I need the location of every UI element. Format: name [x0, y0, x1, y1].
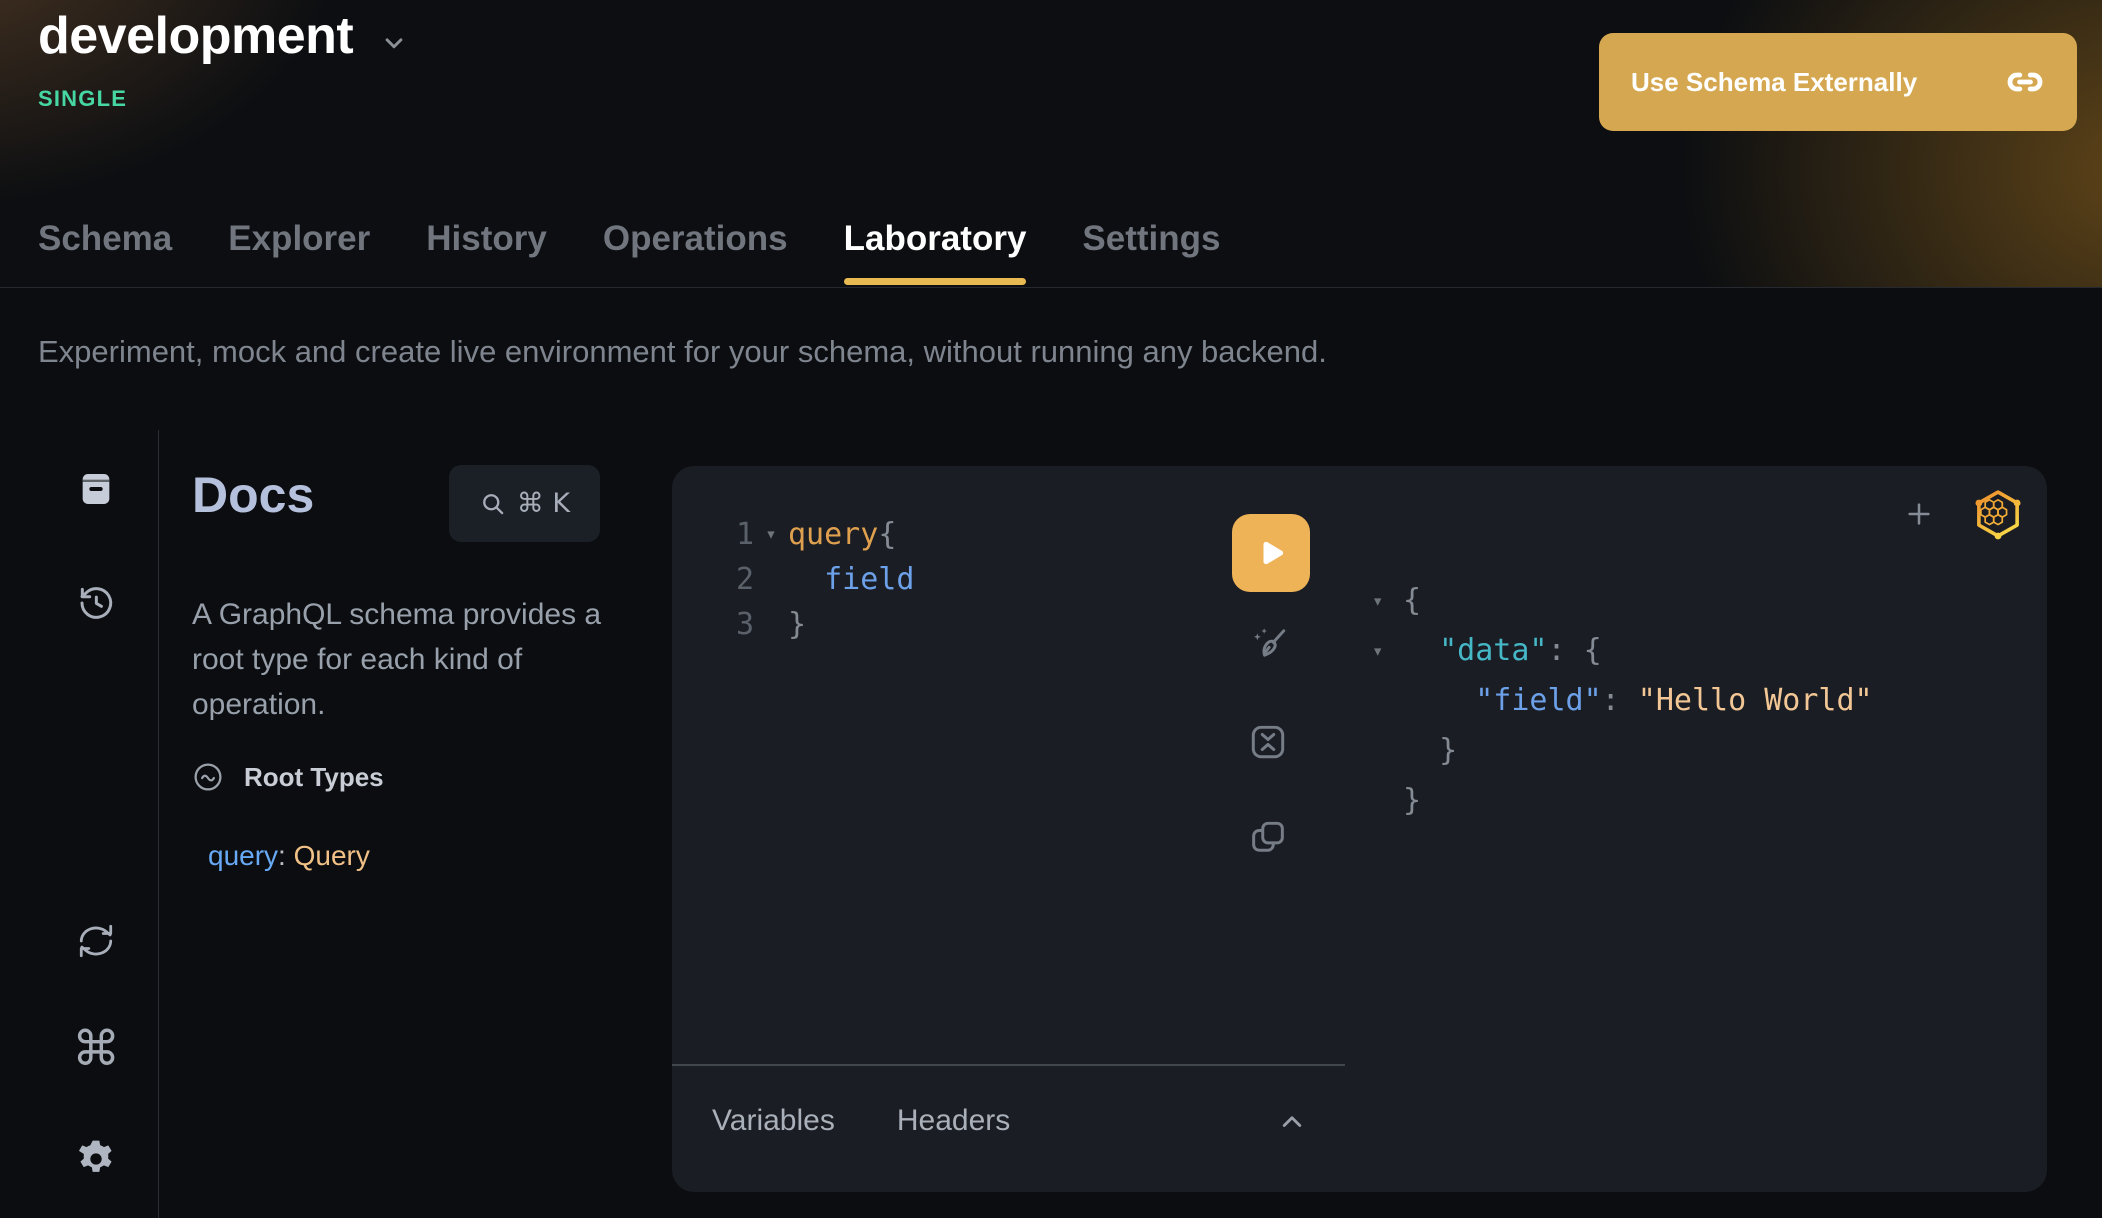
- chevron-up-icon: [1275, 1105, 1309, 1139]
- fold-marker-icon[interactable]: ▾: [1372, 626, 1403, 676]
- sidebar-history-button[interactable]: [71, 578, 121, 628]
- hive-logo-button[interactable]: [1971, 486, 2025, 542]
- json-brace: {: [1403, 576, 1421, 626]
- root-types-heading: Root Types: [192, 761, 384, 793]
- tab-variables[interactable]: Variables: [712, 1104, 835, 1138]
- page-subtitle: Experiment, mock and create live environ…: [38, 334, 1327, 370]
- workspace-selector[interactable]: development: [38, 6, 409, 66]
- main-tabs: Schema Explorer History Operations Labor…: [38, 190, 1221, 288]
- json-separator: :: [1602, 683, 1638, 718]
- response-line: "field": "Hello World": [1372, 676, 1873, 726]
- json-brace: }: [1403, 726, 1457, 776]
- root-type-entry[interactable]: query: Query: [208, 840, 370, 872]
- line-number: 1: [728, 512, 754, 557]
- json-separator: :: [1547, 633, 1583, 668]
- response-line: }: [1372, 776, 1873, 826]
- code-keyword: query: [788, 517, 878, 552]
- editor-footer-tabs: Variables Headers: [712, 1104, 1010, 1138]
- fold-spacer: [1372, 776, 1403, 826]
- tab-explorer[interactable]: Explorer: [228, 190, 370, 288]
- tab-headers[interactable]: Headers: [897, 1104, 1010, 1138]
- fold-spacer: [754, 557, 788, 602]
- link-icon: [2003, 60, 2047, 104]
- sidebar-reconnect-button[interactable]: [71, 916, 121, 966]
- tab-history[interactable]: History: [426, 190, 547, 288]
- json-text: "data": {: [1403, 626, 1602, 676]
- code-field: field: [788, 557, 914, 602]
- hive-logo-icon: [1971, 487, 2025, 541]
- response-line: }: [1372, 726, 1873, 776]
- prettify-query-button[interactable]: [1246, 622, 1290, 666]
- response-viewer: ▾ { ▾ "data": { "field": "Hello World" }…: [1372, 576, 1873, 826]
- editor-line: 1 ▾ query{: [728, 512, 914, 557]
- sidebar-divider: [158, 430, 159, 1218]
- fold-spacer: [1372, 676, 1403, 726]
- prettify-broom-icon: [1246, 622, 1290, 666]
- fold-spacer: [1372, 726, 1403, 776]
- response-line: ▾ "data": {: [1372, 626, 1873, 676]
- root-type-link[interactable]: Query: [294, 840, 370, 871]
- tab-laboratory[interactable]: Laboratory: [844, 190, 1027, 288]
- line-number: 3: [728, 602, 754, 647]
- search-shortcut-label: ⌘ K: [517, 488, 570, 519]
- copy-icon: [1247, 817, 1289, 859]
- command-icon: ⌘: [72, 1021, 120, 1077]
- sidebar-settings-button[interactable]: [71, 1134, 121, 1184]
- tab-operations[interactable]: Operations: [603, 190, 788, 288]
- editor-footer-divider: [672, 1064, 1345, 1066]
- response-line: ▾ {: [1372, 576, 1873, 626]
- root-type-field-name: query: [208, 840, 278, 871]
- sidebar-docs-button[interactable]: [71, 464, 121, 514]
- docs-description: A GraphQL schema provides a root type fo…: [192, 592, 654, 727]
- tab-schema[interactable]: Schema: [38, 190, 172, 288]
- execute-query-button[interactable]: [1232, 514, 1310, 592]
- add-tab-button[interactable]: [1899, 494, 1939, 534]
- page-title: development: [38, 6, 353, 66]
- refresh-icon: [75, 923, 117, 959]
- book-icon: [76, 469, 116, 509]
- fold-spacer: [754, 602, 788, 647]
- editor-line: 2 field: [728, 557, 914, 602]
- environment-badge: SINGLE: [38, 86, 127, 112]
- copy-query-button[interactable]: [1246, 816, 1290, 860]
- chevron-down-icon[interactable]: [379, 28, 409, 58]
- search-icon: [479, 490, 507, 518]
- json-key: "data": [1439, 633, 1547, 668]
- root-type-separator: :: [278, 840, 294, 871]
- editor-line: 3 }: [728, 602, 914, 647]
- line-number: 2: [728, 557, 754, 602]
- fold-marker-icon[interactable]: ▾: [754, 512, 788, 557]
- merge-icon: [1247, 721, 1289, 763]
- json-string-value: "Hello World": [1638, 683, 1873, 718]
- root-types-label: Root Types: [244, 762, 384, 793]
- app-header: development SINGLE Use Schema Externally…: [0, 0, 2102, 288]
- history-icon: [75, 582, 117, 624]
- query-editor[interactable]: 1 ▾ query{ 2 field 3 }: [728, 512, 914, 647]
- docs-search-button[interactable]: ⌘ K: [449, 465, 600, 542]
- play-icon: [1251, 533, 1291, 573]
- json-brace: }: [1403, 776, 1421, 826]
- tilde-circle-icon: [192, 761, 224, 793]
- graphiql-panel: 1 ▾ query{ 2 field 3 }: [672, 466, 2047, 1192]
- code-brace: {: [878, 517, 896, 552]
- gear-icon: [74, 1137, 118, 1181]
- code-text: query{: [788, 512, 896, 557]
- laboratory-page: development SINGLE Use Schema Externally…: [0, 0, 2102, 1218]
- use-schema-externally-button[interactable]: Use Schema Externally: [1599, 33, 2077, 131]
- fold-marker-icon[interactable]: ▾: [1372, 576, 1403, 626]
- collapse-editor-tools-button[interactable]: [1272, 1102, 1312, 1142]
- code-brace: }: [788, 602, 806, 647]
- tab-settings[interactable]: Settings: [1082, 190, 1220, 288]
- json-brace: {: [1584, 633, 1602, 668]
- json-text: "field": "Hello World": [1403, 676, 1873, 726]
- merge-fragments-button[interactable]: [1246, 720, 1290, 764]
- docs-heading: Docs: [192, 466, 314, 524]
- plus-icon: [1903, 498, 1935, 530]
- use-schema-externally-label: Use Schema Externally: [1631, 67, 1917, 98]
- sidebar-shortcuts-button[interactable]: ⌘: [71, 1024, 121, 1074]
- json-key: "field": [1475, 683, 1601, 718]
